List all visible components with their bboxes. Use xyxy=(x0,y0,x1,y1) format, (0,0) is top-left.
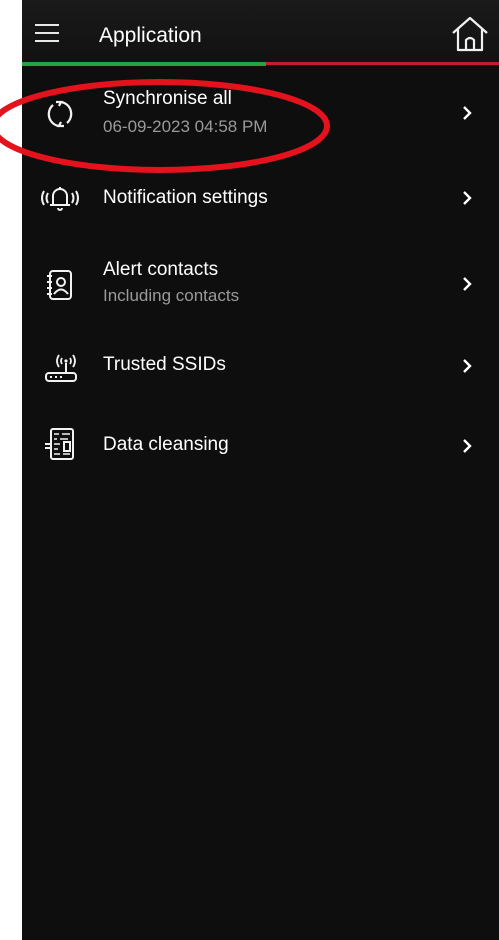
header-divider xyxy=(22,62,499,66)
list-item-data-cleansing[interactable]: Data cleansing xyxy=(22,418,499,498)
chevron-right-icon xyxy=(463,191,472,205)
item-title: Alert contacts xyxy=(103,259,219,280)
data-cleansing-icon xyxy=(45,428,74,460)
list-item-alert-contacts[interactable]: Alert contacts Including contacts xyxy=(22,248,499,328)
page-title: Application xyxy=(99,24,202,47)
item-title: Notification settings xyxy=(103,187,268,208)
list-item-trusted-ssids[interactable]: Trusted SSIDs xyxy=(22,334,499,414)
home-icon[interactable] xyxy=(449,13,491,55)
chevron-right-icon xyxy=(463,439,472,453)
sync-icon xyxy=(47,100,73,128)
router-wifi-icon xyxy=(45,354,77,382)
bell-ringing-icon xyxy=(41,187,79,211)
contact-book-icon xyxy=(47,270,72,300)
item-title: Synchronise all xyxy=(103,88,232,109)
item-subtitle: Including contacts xyxy=(103,286,240,305)
list-item-notification-settings[interactable]: Notification settings xyxy=(22,162,499,242)
chevron-right-icon xyxy=(463,277,472,291)
list-item-synchronise-all[interactable]: Synchronise all 06-09-2023 04:58 PM xyxy=(22,76,499,156)
item-subtitle: 06-09-2023 04:58 PM xyxy=(103,117,268,136)
app-header: Application xyxy=(22,0,499,66)
chevron-right-icon xyxy=(463,106,472,120)
hamburger-menu-icon[interactable] xyxy=(35,24,59,42)
chevron-right-icon xyxy=(463,359,472,373)
phone-screen: Application Synchronise all 06-09-2023 0… xyxy=(22,0,499,940)
item-title: Data cleansing xyxy=(103,434,229,455)
item-title: Trusted SSIDs xyxy=(103,354,226,375)
